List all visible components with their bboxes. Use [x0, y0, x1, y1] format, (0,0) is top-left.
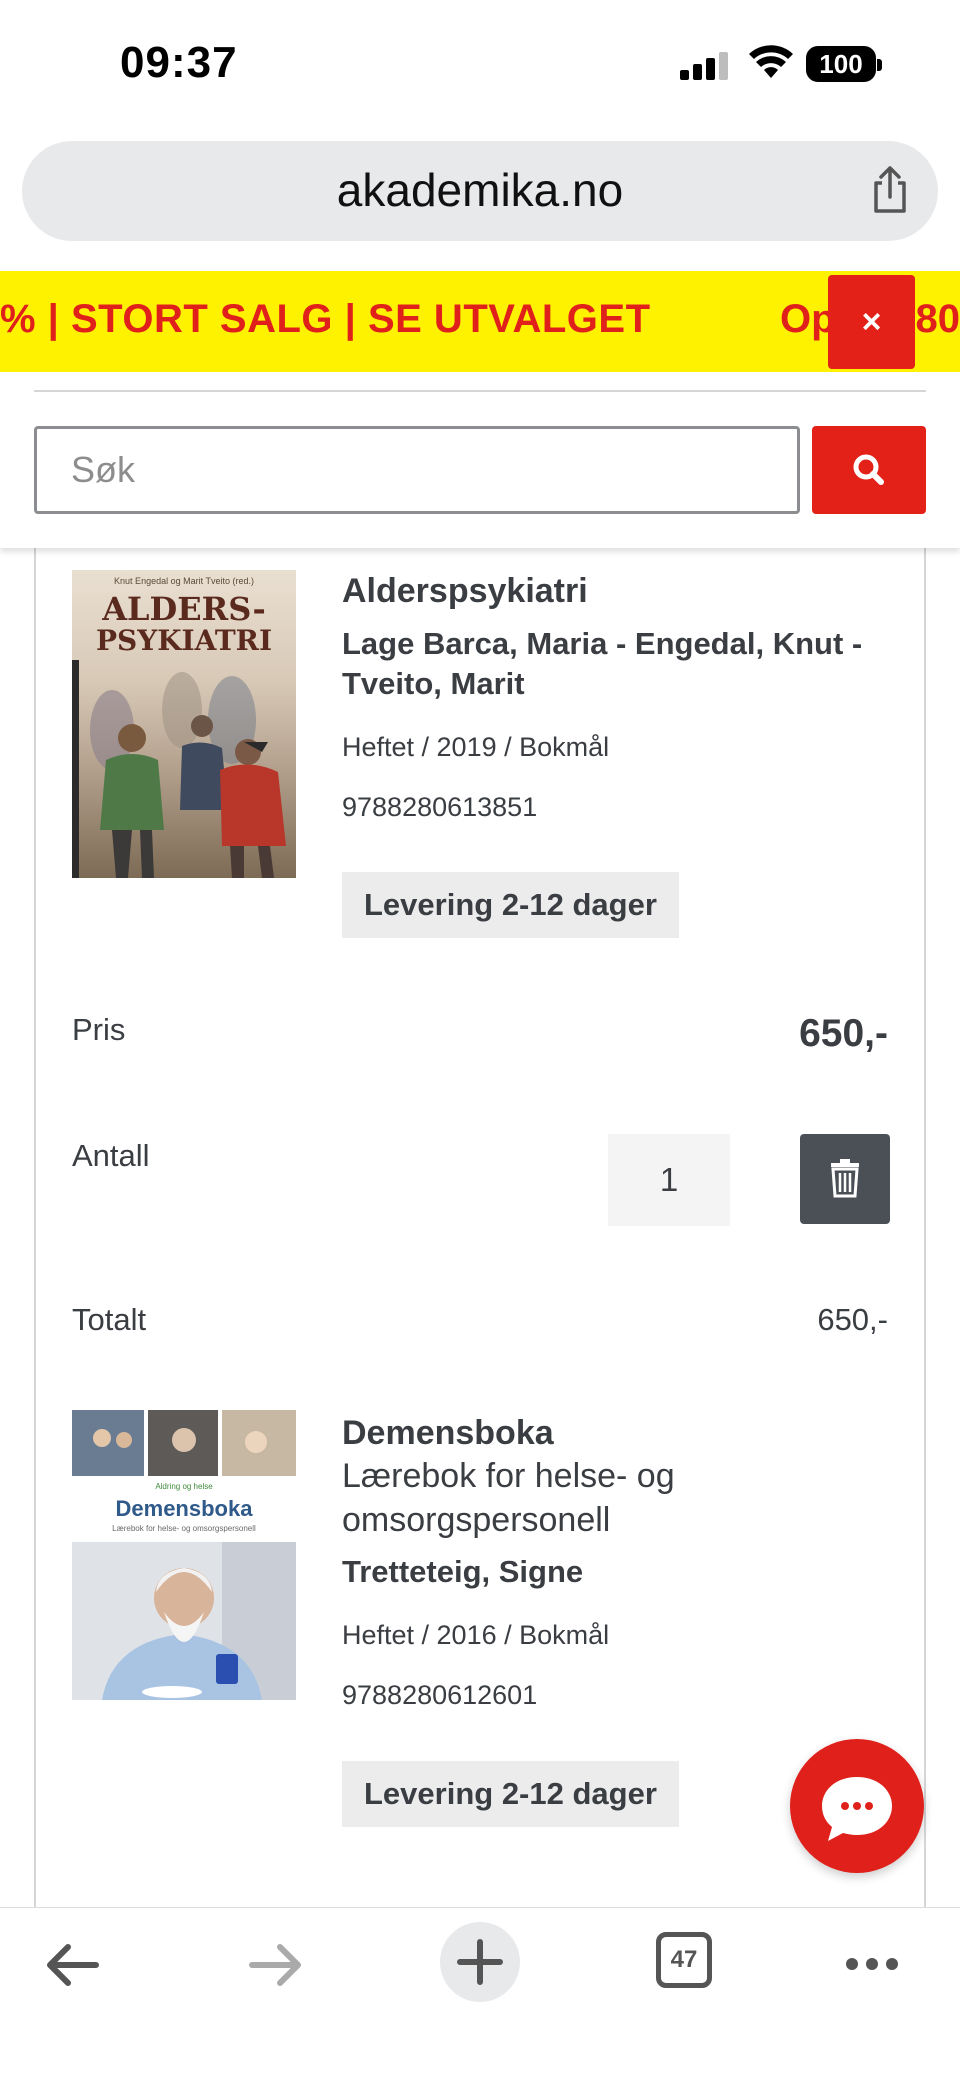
- quantity-label: Antall: [72, 1138, 150, 1173]
- share-icon[interactable]: [868, 165, 912, 215]
- item-format: Heftet / 2019 / Bokmål: [342, 732, 610, 762]
- site-header: Søk: [0, 372, 960, 548]
- book-cover-demensboka[interactable]: Aldring og helse Demensboka Lærebok for …: [72, 1410, 296, 1700]
- item-total: 650,-: [817, 1302, 888, 1337]
- cover-title-line1: ALDERS-: [102, 590, 266, 628]
- promo-banner[interactable]: % | STORT SALG | SE UTVALGET Op 80 ×: [0, 271, 960, 372]
- trash-icon: [831, 1159, 859, 1198]
- chat-bubble-icon: [822, 1777, 892, 1841]
- item-title[interactable]: Alderspsykiatri: [342, 572, 588, 611]
- price-label: Pris: [72, 1012, 126, 1047]
- item-price: 650,-: [799, 1012, 888, 1055]
- cover-photo-main: [72, 1542, 296, 1700]
- item-title[interactable]: Demensboka: [342, 1414, 554, 1453]
- cover-title: Demensboka: [115, 1496, 253, 1521]
- search-button[interactable]: [812, 426, 926, 514]
- search-input[interactable]: Søk: [34, 426, 800, 514]
- wifi-icon: [749, 45, 793, 78]
- forward-arrow-icon[interactable]: [246, 1940, 306, 1990]
- item-subtitle-line2: omsorgspersonell: [342, 1501, 611, 1539]
- search-icon: [853, 454, 884, 485]
- browser-toolbar: 47: [0, 1907, 960, 2081]
- banner-text[interactable]: % | STORT SALG | SE UTVALGET: [0, 297, 651, 342]
- delivery-badge: Levering 2-12 dager: [342, 1761, 679, 1827]
- new-tab-button[interactable]: [440, 1922, 520, 2002]
- url-text[interactable]: akademika.no: [22, 163, 938, 217]
- status-time: 09:37: [120, 38, 238, 87]
- battery-icon: 100: [806, 46, 882, 82]
- tabs-button[interactable]: 47: [656, 1932, 712, 1988]
- item-format: Heftet / 2016 / Bokmål: [342, 1620, 610, 1650]
- remove-item-button[interactable]: [800, 1134, 890, 1224]
- item-isbn: 9788280613851: [342, 792, 538, 822]
- address-bar[interactable]: akademika.no: [22, 141, 938, 241]
- cover-photo-strip: [72, 1410, 296, 1476]
- total-label: Totalt: [72, 1302, 147, 1337]
- more-menu-icon[interactable]: [844, 1954, 900, 1974]
- cover-title-line2: PSYKIATRI: [95, 624, 273, 657]
- status-bar: 09:37 100: [0, 0, 960, 130]
- banner-close-button[interactable]: ×: [828, 275, 915, 369]
- item-authors: Tretteteig, Signe: [342, 1554, 584, 1589]
- chat-button[interactable]: [790, 1739, 924, 1873]
- item-isbn: 9788280612601: [342, 1680, 538, 1710]
- book-cover-alderspsykiatri[interactable]: Knut Engedal og Marit Tveito (red.) ALDE…: [72, 570, 296, 878]
- cellular-signal-icon: [680, 50, 730, 80]
- item-authors-line2: Tveito, Marit: [342, 666, 525, 701]
- cover-publisher: Aldring og helse: [155, 1482, 213, 1491]
- back-arrow-icon[interactable]: [42, 1940, 102, 1990]
- quantity-input[interactable]: 1: [608, 1134, 730, 1226]
- cover-editors: Knut Engedal og Marit Tveito (red.): [114, 576, 254, 586]
- cover-subtitle: Lærebok for helse- og omsorgspersonell: [112, 1524, 256, 1533]
- item-subtitle-line1: Lærebok for helse- og: [342, 1457, 675, 1495]
- cover-illustration: [72, 660, 286, 878]
- plus-icon: [457, 1939, 503, 1985]
- header-divider: [34, 390, 926, 392]
- delivery-badge: Levering 2-12 dager: [342, 872, 679, 938]
- item-authors-line1: Lage Barca, Maria - Engedal, Knut -: [342, 626, 863, 661]
- cart-list: Knut Engedal og Marit Tveito (red.) ALDE…: [34, 548, 926, 1908]
